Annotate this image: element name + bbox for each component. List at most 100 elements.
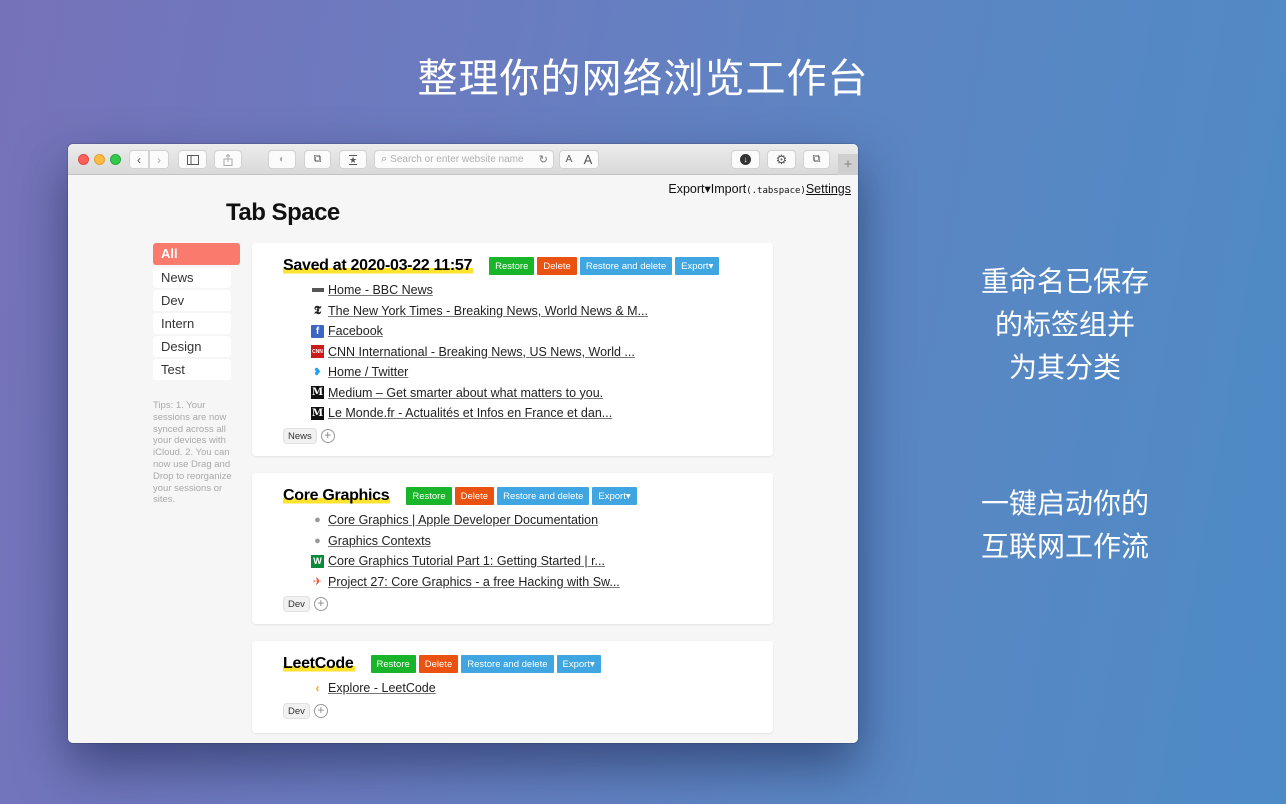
link-item[interactable]: W Core Graphics Tutorial Part 1: Getting…: [311, 551, 620, 572]
link-item[interactable]: ● Graphics Contexts: [311, 531, 620, 552]
twitter-icon: ❥: [313, 366, 322, 378]
add-tag-button[interactable]: +: [320, 429, 335, 443]
downloads-button[interactable]: ↓: [731, 150, 760, 169]
page-content: Export▾ Import(.tabspace) Settings Tab S…: [68, 175, 858, 743]
tag-row: News +: [283, 428, 335, 444]
session-tag[interactable]: News: [283, 428, 317, 444]
extension-button[interactable]: ⧉: [304, 150, 331, 169]
medium-icon: M: [311, 386, 324, 400]
link-title[interactable]: Project 27: Core Graphics - a free Hacki…: [328, 575, 620, 589]
caption-line: 为其分类: [1008, 351, 1121, 384]
import-extension: (.tabspace): [746, 186, 806, 196]
caption-line: 的标签组并: [994, 308, 1135, 341]
export-button[interactable]: Export▾: [556, 655, 601, 673]
link-title[interactable]: Explore - LeetCode: [328, 681, 436, 695]
session-card: LeetCode Restore Delete Restore and dele…: [252, 641, 773, 733]
zoom-window-button[interactable]: [110, 154, 121, 165]
caption-line: 重命名已保存: [980, 265, 1149, 298]
link-title[interactable]: Core Graphics | Apple Developer Document…: [328, 513, 598, 527]
toolbar: ‹ › ◐ ⧉ ★ ⌕ Search or enter website name…: [68, 144, 858, 175]
extension-icon: ⧉: [313, 153, 322, 165]
link-item[interactable]: CNN CNN International - Breaking News, U…: [311, 342, 648, 363]
link-item[interactable]: ✈ Project 27: Core Graphics - a free Hac…: [311, 572, 620, 593]
add-tag-button[interactable]: +: [313, 597, 328, 611]
tag-row: Dev +: [283, 703, 328, 719]
tag-row: Dev +: [283, 596, 328, 612]
restore-and-delete-button[interactable]: Restore and delete: [579, 257, 673, 275]
session-title[interactable]: LeetCode: [283, 655, 355, 673]
nytimes-icon: 𝕿: [313, 303, 322, 318]
category-test[interactable]: Test: [153, 359, 231, 380]
app-title: Tab Space: [226, 199, 340, 226]
text-smaller-button[interactable]: A: [566, 154, 573, 165]
address-placeholder: Search or enter website name: [390, 154, 524, 165]
delete-button[interactable]: Delete: [418, 655, 459, 673]
session-title[interactable]: Core Graphics: [283, 487, 391, 505]
export-button[interactable]: Export▾: [675, 257, 720, 275]
hero-title: 整理你的网络浏览工作台: [417, 56, 869, 102]
link-title[interactable]: Home - BBC News: [328, 283, 433, 297]
session-tag[interactable]: Dev: [283, 703, 310, 719]
link-title[interactable]: Home / Twitter: [328, 365, 408, 379]
link-item[interactable]: ● Core Graphics | Apple Developer Docume…: [311, 510, 620, 531]
forward-button[interactable]: ›: [149, 150, 169, 169]
session-links: ‹ Explore - LeetCode: [311, 678, 436, 699]
link-item[interactable]: f Facebook: [311, 321, 648, 342]
share-button[interactable]: [214, 150, 242, 169]
minimize-window-button[interactable]: [94, 154, 105, 165]
export-menu[interactable]: Export▾: [668, 181, 710, 196]
session-card: Core Graphics Restore Delete Restore and…: [252, 473, 773, 624]
settings-link[interactable]: Settings: [806, 182, 851, 196]
category-dev[interactable]: Dev: [153, 290, 231, 311]
session-header: Saved at 2020-03-22 11:57 Restore Delete…: [283, 257, 722, 275]
link-title[interactable]: Medium – Get smarter about what matters …: [328, 386, 603, 400]
extension-settings-button[interactable]: ⚙: [767, 150, 796, 169]
reader-button[interactable]: ★: [339, 150, 367, 169]
link-item[interactable]: ❥ Home / Twitter: [311, 362, 648, 383]
restore-and-delete-button[interactable]: Restore and delete: [497, 487, 590, 505]
link-title[interactable]: CNN International - Breaking News, US Ne…: [328, 345, 635, 359]
address-bar[interactable]: ⌕ Search or enter website name ↻: [374, 150, 554, 169]
delete-button[interactable]: Delete: [454, 487, 495, 505]
export-button[interactable]: Export▾: [592, 487, 637, 505]
delete-button[interactable]: Delete: [537, 257, 577, 275]
link-item[interactable]: ‹ Explore - LeetCode: [311, 678, 436, 699]
restore-button[interactable]: Restore: [370, 655, 416, 673]
close-window-button[interactable]: [78, 154, 89, 165]
caption-rename: 重命名已保存 的标签组并 为其分类: [955, 260, 1175, 389]
text-larger-button[interactable]: A: [584, 152, 593, 167]
reload-icon[interactable]: ↻: [539, 153, 548, 166]
link-title[interactable]: Le Monde.fr - Actualités et Infos en Fra…: [328, 406, 612, 420]
link-title[interactable]: Graphics Contexts: [328, 534, 431, 548]
share-icon: [223, 153, 233, 166]
category-design[interactable]: Design: [153, 336, 231, 357]
restore-button[interactable]: Restore: [406, 487, 452, 505]
text-size-control: A A: [559, 150, 599, 169]
add-tag-button[interactable]: +: [313, 704, 328, 718]
tab-overview-button[interactable]: ⧉: [803, 150, 830, 169]
leetcode-icon: ‹: [315, 681, 320, 696]
category-intern[interactable]: Intern: [153, 313, 231, 334]
restore-and-delete-button[interactable]: Restore and delete: [461, 655, 554, 673]
import-button[interactable]: Import(.tabspace): [711, 182, 806, 196]
link-title[interactable]: Core Graphics Tutorial Part 1: Getting S…: [328, 554, 605, 568]
category-sidebar: All News Dev Intern Design Test Tips: 1.…: [153, 243, 240, 506]
link-title[interactable]: Facebook: [328, 324, 383, 338]
restore-button[interactable]: Restore: [489, 257, 535, 275]
link-item[interactable]: 𝕿 The New York Times - Breaking News, Wo…: [311, 301, 648, 322]
back-button[interactable]: ‹: [129, 150, 149, 169]
import-label: Import: [710, 182, 747, 196]
link-title[interactable]: The New York Times - Breaking News, Worl…: [328, 304, 648, 318]
category-news[interactable]: News: [153, 267, 231, 288]
category-all[interactable]: All: [153, 243, 240, 265]
privacy-button[interactable]: ◐: [268, 150, 296, 169]
new-tab-button[interactable]: +: [838, 154, 858, 175]
link-item[interactable]: M Le Monde.fr - Actualités et Infos en F…: [311, 403, 648, 424]
session-tag[interactable]: Dev: [283, 596, 310, 612]
sidebar-icon: [186, 154, 199, 165]
link-item[interactable]: M Medium – Get smarter about what matter…: [311, 383, 648, 404]
tips-text: Tips: 1. Your sessions are now synced ac…: [153, 400, 232, 506]
link-item[interactable]: Home - BBC News: [311, 280, 648, 301]
sidebar-button[interactable]: [178, 150, 207, 169]
session-title[interactable]: Saved at 2020-03-22 11:57: [283, 257, 474, 275]
